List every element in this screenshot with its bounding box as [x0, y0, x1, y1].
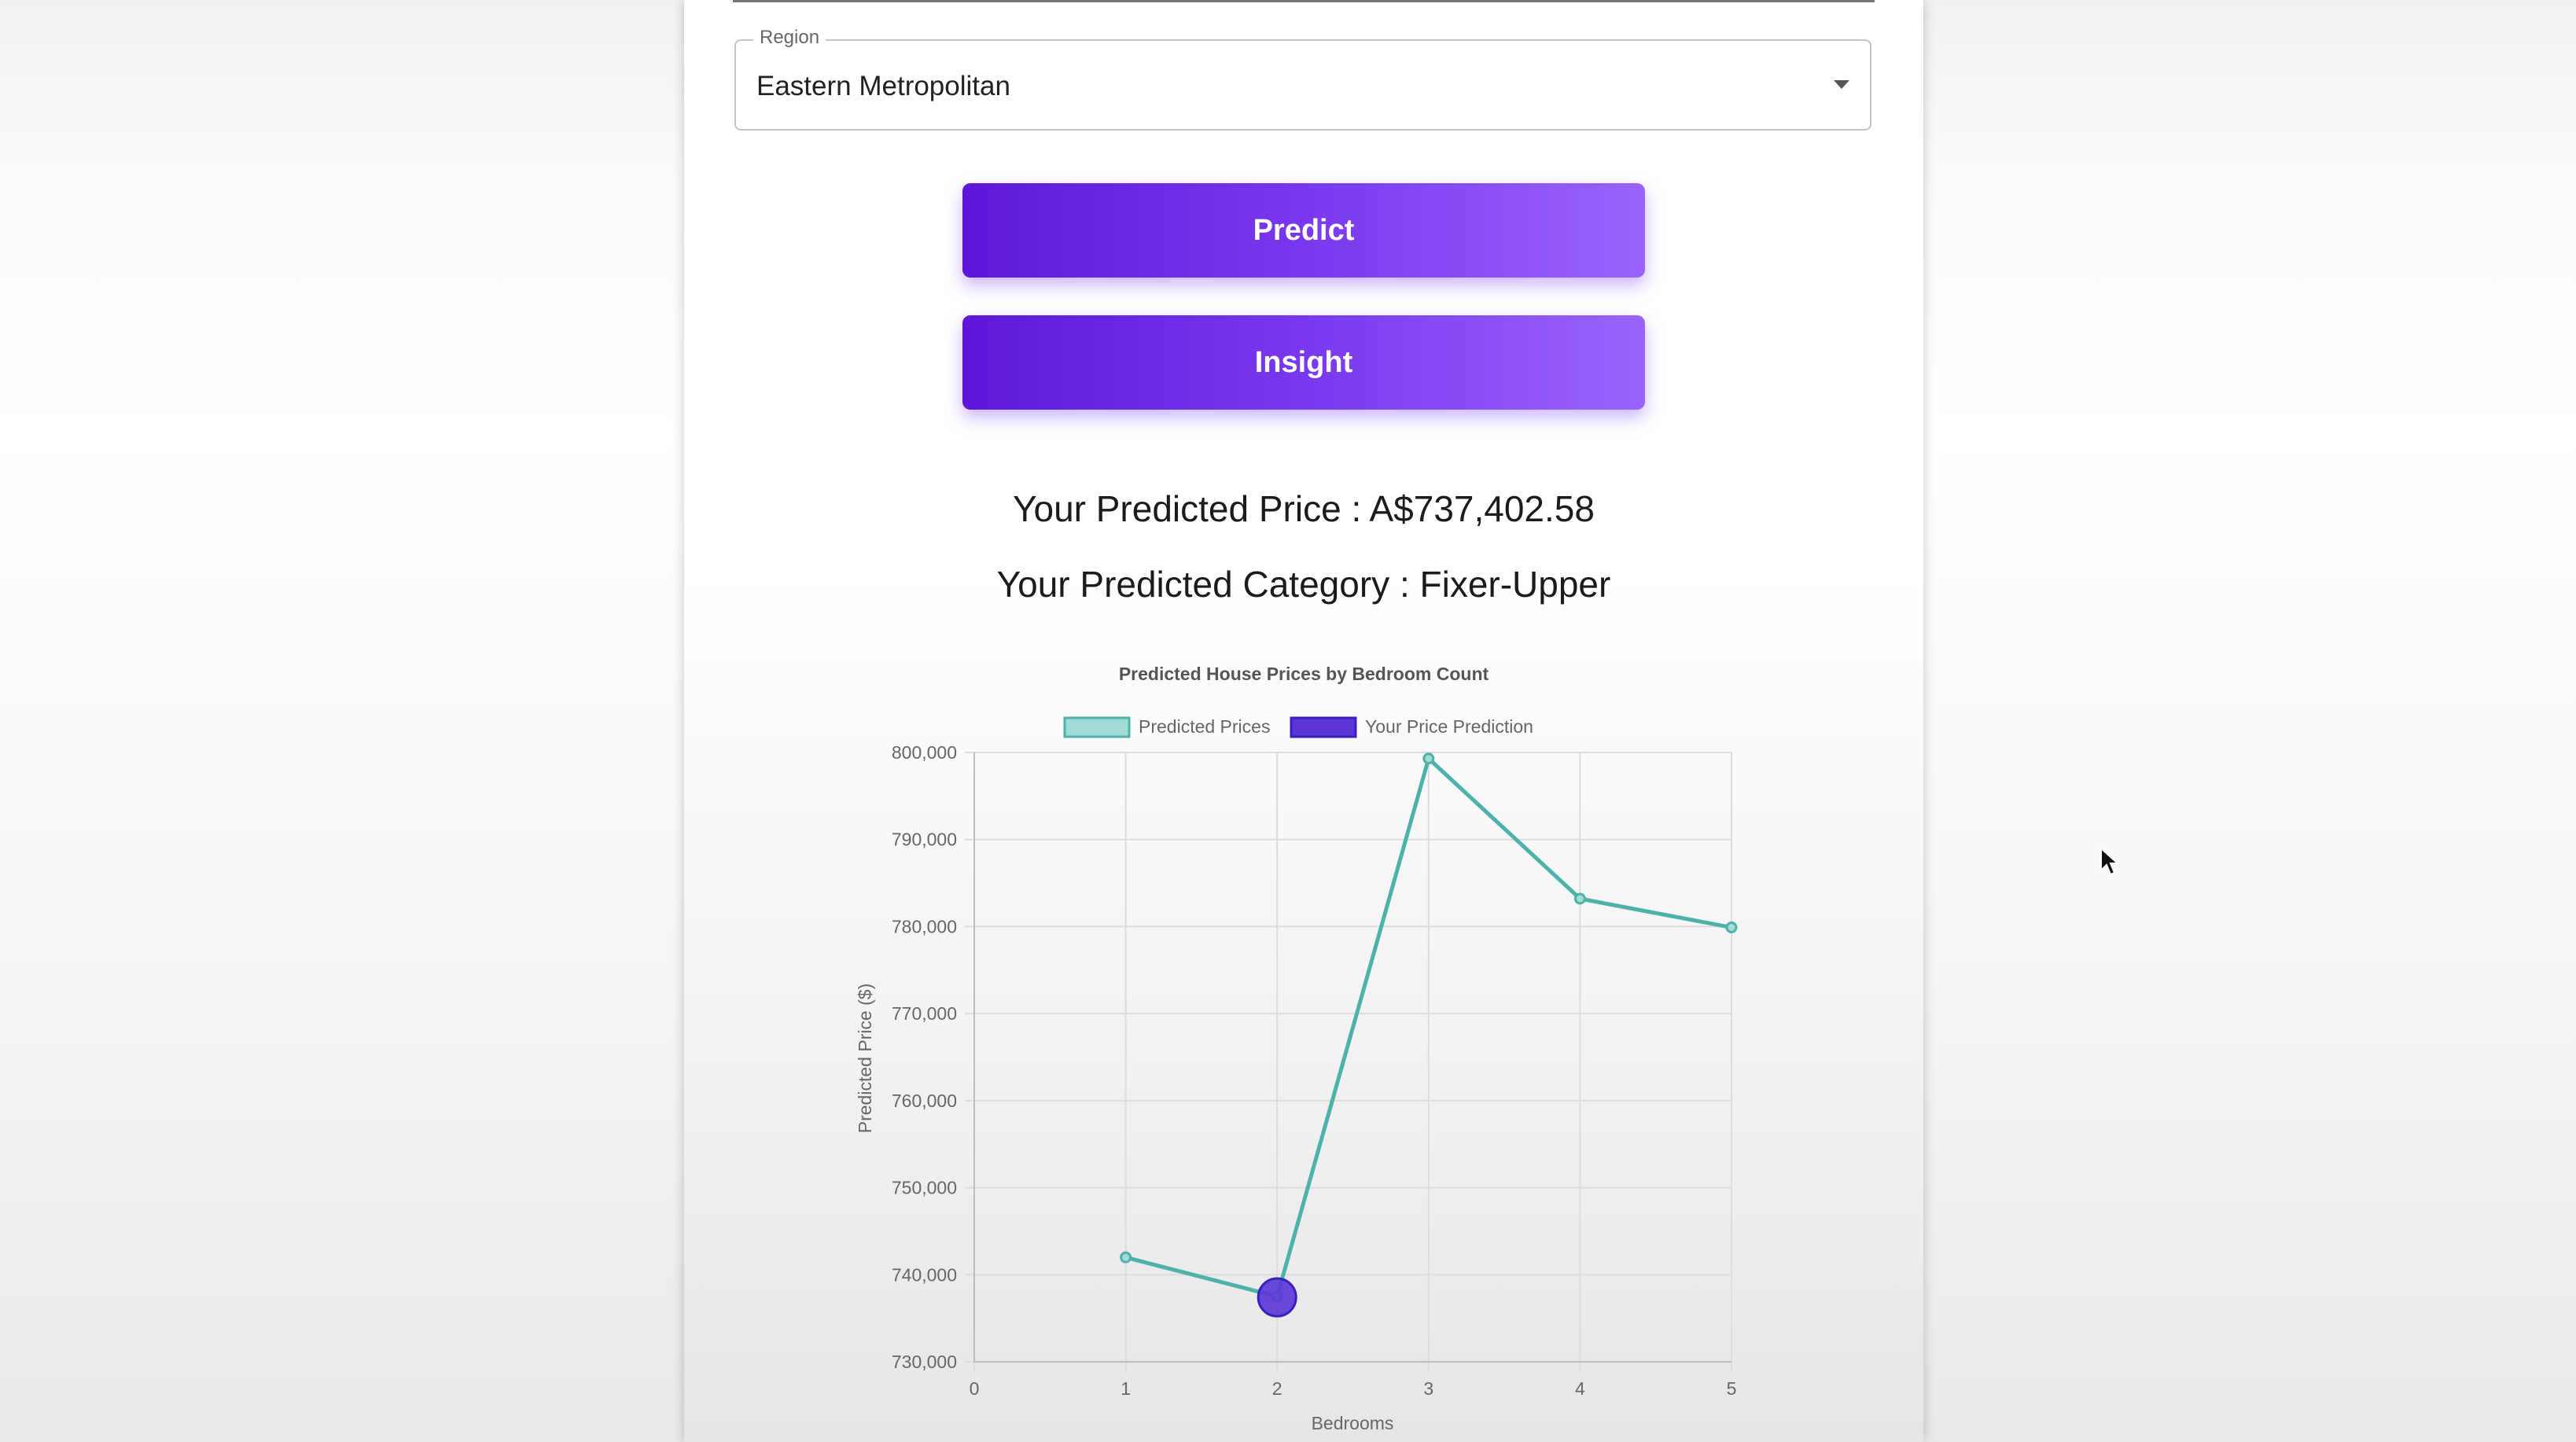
y-tick-label: 740,000: [892, 1264, 957, 1285]
predicted-price-text: Your Predicted Price : A$737,402.58: [1013, 488, 1595, 529]
region-value: Eastern Metropolitan: [756, 71, 1010, 101]
x-tick-label: 3: [1423, 1378, 1433, 1399]
predicted-price-point[interactable]: [1422, 752, 1435, 765]
x-tick-label: 5: [1727, 1378, 1737, 1399]
chart-title: Predicted House Prices by Bedroom Count: [1119, 664, 1489, 684]
your-prediction-point[interactable]: [1257, 1277, 1297, 1318]
y-axis-label: Predicted Price ($): [855, 984, 875, 1133]
y-tick-label: 780,000: [892, 916, 957, 936]
insight-button[interactable]: Insight: [962, 315, 1645, 410]
legend-label-predicted-prices[interactable]: Predicted Prices: [1139, 716, 1270, 737]
chart-legend: Predicted Prices Your Price Prediction: [1063, 716, 1533, 738]
region-label: Region: [753, 27, 826, 49]
region-select[interactable]: Region Eastern Metropolitan: [734, 27, 1871, 131]
x-axis-label: Bedrooms: [1312, 1413, 1394, 1433]
x-tick-label: 0: [970, 1378, 980, 1399]
y-tick-label: 730,000: [892, 1352, 957, 1372]
chart-grid: [965, 752, 1732, 1371]
chevron-down-icon[interactable]: [1834, 80, 1849, 89]
x-tick-label: 4: [1575, 1378, 1585, 1399]
y-tick-label: 790,000: [892, 830, 957, 850]
x-tick-label: 2: [1272, 1378, 1282, 1399]
predict-button[interactable]: Predict: [962, 183, 1645, 278]
predicted-category-text: Your Predicted Category : Fixer-Upper: [996, 564, 1611, 605]
y-tick-label: 770,000: [892, 1003, 957, 1024]
predicted-price-point[interactable]: [1120, 1251, 1132, 1264]
form-card: Region Eastern Metropolitan Predict Insi…: [684, 0, 1923, 1442]
mouse-cursor-icon: [2100, 847, 2120, 876]
y-tick-label: 800,000: [892, 742, 957, 763]
x-tick-label: 1: [1121, 1378, 1131, 1399]
y-tick-label: 760,000: [892, 1091, 957, 1111]
legend-swatch-predicted-prices[interactable]: [1063, 716, 1131, 738]
predicted-price-point[interactable]: [1725, 921, 1738, 934]
y-tick-label: 750,000: [892, 1178, 957, 1198]
top-divider: [733, 0, 1875, 2]
legend-swatch-your-prediction[interactable]: [1290, 716, 1357, 738]
predicted-price-point[interactable]: [1573, 892, 1586, 905]
chart-axes: 730,000 740,000 750,000 760,000 770,000 780,0…: [892, 742, 1737, 1399]
legend-label-your-prediction[interactable]: Your Price Prediction: [1365, 716, 1533, 737]
price-chart: Predicted House Prices by Bedroom Count …: [855, 664, 1738, 1433]
